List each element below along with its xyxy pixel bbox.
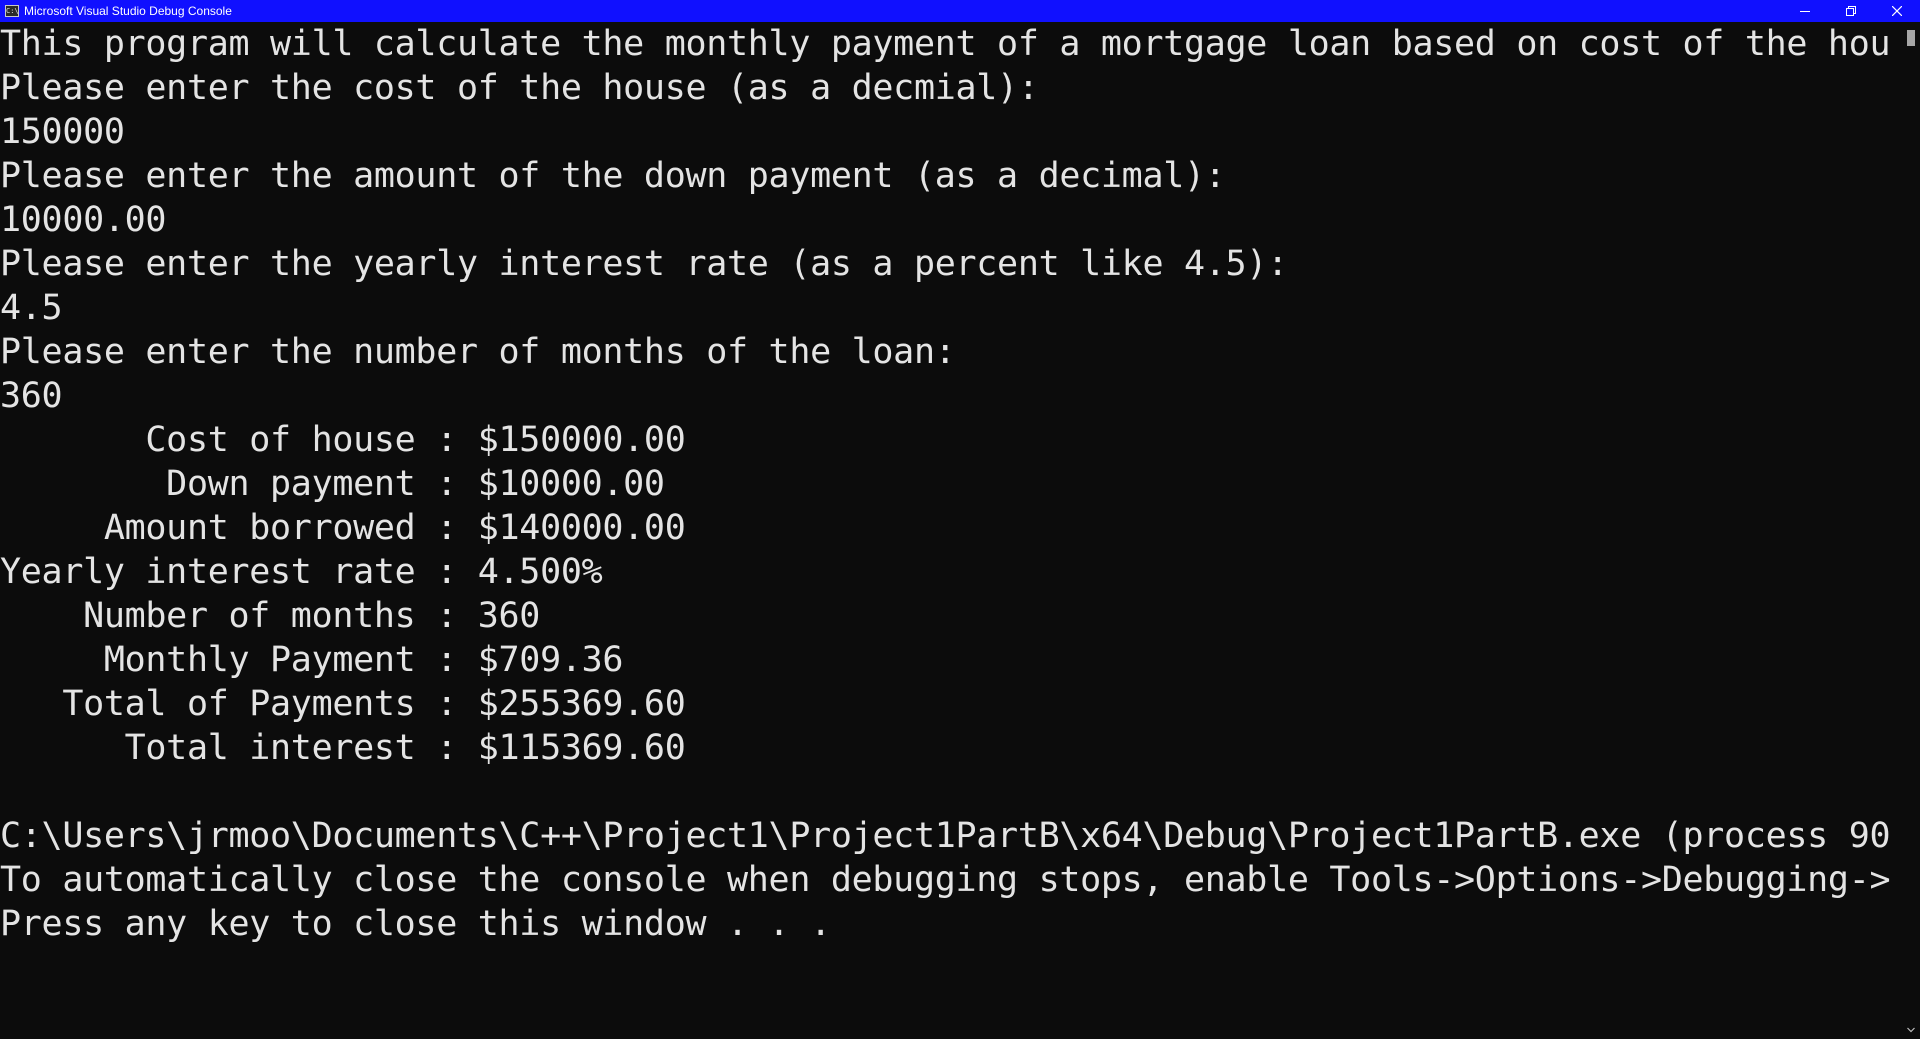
console-line: Please enter the yearly interest rate (a… <box>0 244 1288 284</box>
console-line: Total of Payments : $255369.60 <box>0 684 686 724</box>
console-app-icon: C:\ <box>5 5 19 17</box>
close-button[interactable] <box>1874 0 1920 22</box>
console-line: Number of months : 360 <box>0 596 541 636</box>
minimize-button[interactable] <box>1782 0 1828 22</box>
window-controls <box>1782 0 1920 22</box>
console-line: C:\Users\jrmoo\Documents\C++\Project1\Pr… <box>0 816 1891 856</box>
restore-icon <box>1846 6 1856 16</box>
console-line: Please enter the number of months of the… <box>0 332 956 372</box>
console-line: Please enter the amount of the down paym… <box>0 156 1226 196</box>
console-line: 360 <box>0 376 63 416</box>
console-line: 4.5 <box>0 288 63 328</box>
close-icon <box>1892 6 1902 16</box>
scrollbar-thumb[interactable] <box>1907 30 1915 46</box>
console-output[interactable]: This program will calculate the monthly … <box>0 22 1902 1039</box>
console-line: Press any key to close this window . . . <box>0 904 831 944</box>
console-line: Yearly interest rate : 4.500% <box>0 552 603 592</box>
console-line: Cost of house : $150000.00 <box>0 420 686 460</box>
vertical-scrollbar[interactable] <box>1902 22 1920 1039</box>
console-line: Please enter the cost of the house (as a… <box>0 68 1039 108</box>
console-line: This program will calculate the monthly … <box>0 24 1891 64</box>
title-bar[interactable]: C:\ Microsoft Visual Studio Debug Consol… <box>0 0 1920 22</box>
restore-button[interactable] <box>1828 0 1874 22</box>
console-line: Down payment : $10000.00 <box>0 464 665 504</box>
debug-console-window: C:\ Microsoft Visual Studio Debug Consol… <box>0 0 1920 1039</box>
console-line: To automatically close the console when … <box>0 860 1891 900</box>
window-title: Microsoft Visual Studio Debug Console <box>24 4 232 18</box>
console-line: Amount borrowed : $140000.00 <box>0 508 686 548</box>
console-line: Monthly Payment : $709.36 <box>0 640 624 680</box>
console-line: Total interest : $115369.60 <box>0 728 686 768</box>
minimize-icon <box>1800 11 1810 12</box>
chevron-down-icon <box>1907 1027 1915 1033</box>
console-line: 10000.00 <box>0 200 167 240</box>
console-line: 150000 <box>0 112 125 152</box>
scroll-down-button[interactable] <box>1902 1021 1920 1039</box>
